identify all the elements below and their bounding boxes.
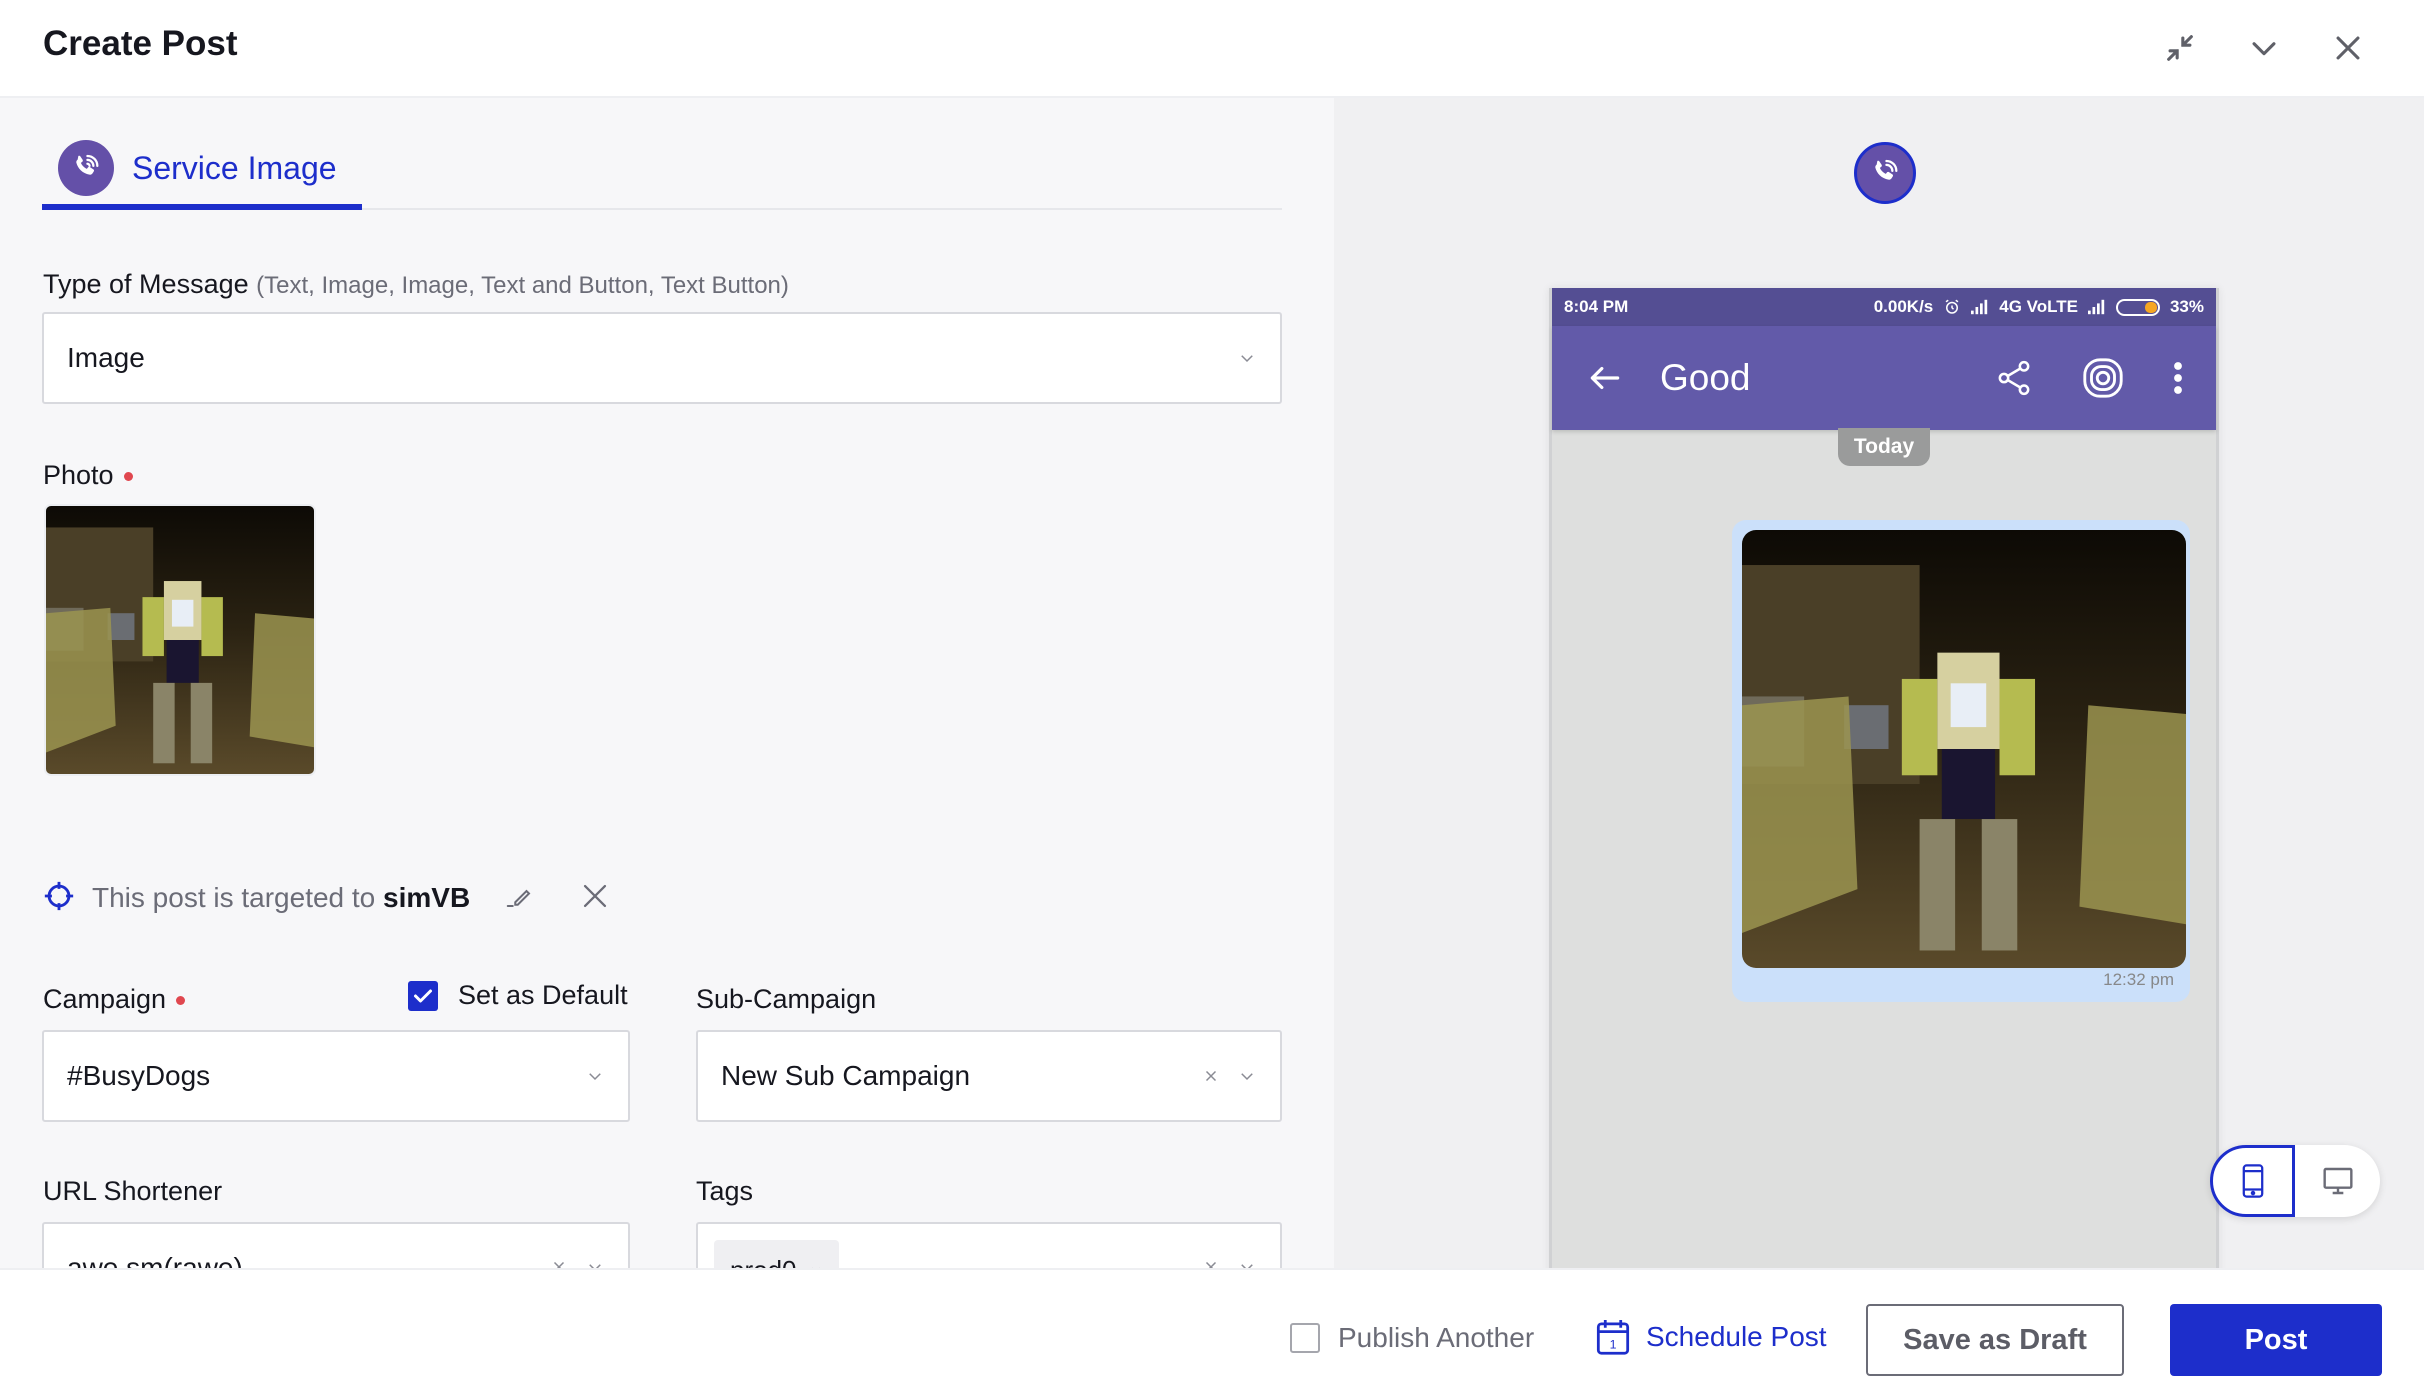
schedule-post-label: Schedule Post (1646, 1321, 1827, 1352)
desktop-icon (2322, 1167, 2353, 1195)
schedule-post-button[interactable]: 1 Schedule Post (1596, 1318, 1827, 1356)
viber-icon (58, 140, 114, 196)
sub-campaign-value: New Sub Campaign (721, 1060, 971, 1091)
message-type-value: Image (67, 342, 145, 373)
remove-targeting-button[interactable] (578, 879, 612, 918)
checkmark-icon (414, 989, 432, 1002)
create-post-dialog: Create Post Service Image Type of Messag… (0, 0, 2424, 1392)
photo-image (46, 506, 314, 774)
desktop-view-button[interactable] (2295, 1145, 2380, 1217)
date-chip: Today (1838, 428, 1930, 466)
clear-icon[interactable] (1202, 1258, 1220, 1268)
signal-icon (1971, 299, 1988, 315)
collapse-arrows-icon (2167, 35, 2193, 61)
campaign-select[interactable]: #BusyDogs (42, 1030, 630, 1122)
channel-tabs: Service Image (42, 132, 1282, 210)
photo-image (1742, 530, 2186, 968)
url-shortener-value: awe.sm(rawe) (67, 1252, 243, 1268)
tags-select[interactable]: prod0 (696, 1222, 1282, 1268)
statusbar-battery: 33% (2169, 297, 2204, 316)
chevron-down-icon (1241, 1073, 1253, 1081)
collapse-button[interactable] (2160, 28, 2200, 68)
calendar-icon: 1 (1596, 1320, 1630, 1355)
chevron-down-icon (2252, 42, 2276, 56)
photo-label: Photo (43, 460, 133, 491)
statusbar-speed: 0.00K/s (1873, 297, 1934, 316)
clear-icon[interactable] (1202, 1067, 1220, 1085)
campaign-value: #BusyDogs (67, 1060, 211, 1091)
edit-targeting-button[interactable] (504, 881, 534, 916)
campaign-label: Campaign (43, 984, 186, 1015)
crosshair-icon (42, 879, 76, 918)
phone-appbar: Good (1552, 326, 2216, 430)
chevron-down-icon (589, 1264, 601, 1268)
tag-chip: prod0 (714, 1240, 839, 1268)
tag-chip-label: prod0 (730, 1255, 797, 1269)
targeting-text: This post is targeted to simVB (92, 882, 470, 914)
photo-thumbnail[interactable] (44, 504, 316, 776)
message-image (1742, 530, 2186, 968)
dialog-header: Create Post (0, 0, 2424, 98)
preview-panel: 8:04 PM 0.00K/s 4G VoLTE 33% Good Today … (1334, 98, 2424, 1268)
message-type-label-text: Type of Message (43, 269, 249, 299)
post-button[interactable]: Post (2170, 1304, 2382, 1376)
tab-label: Service Image (132, 149, 337, 186)
statusbar-time: 8:04 PM (1564, 297, 1629, 316)
chat-title: Good (1660, 357, 1751, 398)
message-time: 12:32 pm (2103, 970, 2174, 989)
save-as-draft-button[interactable]: Save as Draft (1866, 1304, 2124, 1376)
preview-view-toggle (2210, 1145, 2380, 1217)
checkbox-checked[interactable] (408, 980, 438, 1011)
mobile-view-button[interactable] (2210, 1145, 2295, 1217)
campaign-label-text: Campaign (43, 984, 167, 1014)
message-type-hint: (Text, Image, Image, Text and Button, Te… (256, 272, 789, 299)
phone-preview: 8:04 PM 0.00K/s 4G VoLTE 33% Good Today … (1549, 288, 2219, 1268)
viber-out-icon (2083, 358, 2123, 398)
signal-icon (2087, 299, 2105, 315)
chevron-down-icon (1241, 355, 1253, 363)
minimize-button[interactable] (2244, 28, 2284, 68)
targeting-prefix: This post is targeted to (92, 882, 376, 913)
close-icon (2336, 36, 2360, 60)
share-icon (1998, 360, 2030, 396)
pencil-icon (506, 889, 531, 907)
tab-service-image[interactable]: Service Image (42, 132, 362, 210)
close-icon (584, 884, 607, 907)
message-type-label: Type of Message (Text, Image, Image, Tex… (43, 269, 789, 300)
sub-campaign-label: Sub-Campaign (696, 984, 877, 1014)
more-vertical-icon (2174, 362, 2182, 394)
targeting-target: simVB (383, 882, 471, 913)
post-form-panel: Service Image Type of Message (Text, Ima… (0, 98, 1334, 1268)
set-as-default-checkbox[interactable]: Set as Default (408, 980, 628, 1011)
publish-another-checkbox[interactable]: Publish Another (1290, 1322, 1534, 1354)
chevron-down-icon (589, 1073, 601, 1081)
set-as-default-label: Set as Default (458, 980, 628, 1010)
alarm-icon (1945, 299, 1959, 314)
publish-another-label: Publish Another (1338, 1322, 1535, 1353)
targeting-row: This post is targeted to simVB (42, 878, 612, 918)
phone-statusbar: 8:04 PM 0.00K/s 4G VoLTE 33% (1552, 288, 2216, 326)
battery-icon (2115, 298, 2160, 316)
svg-text:1: 1 (1610, 1338, 1617, 1352)
url-shortener-select[interactable]: awe.sm(rawe) (42, 1222, 630, 1268)
close-button[interactable] (2328, 28, 2368, 68)
required-indicator (176, 996, 186, 1006)
sub-campaign-select[interactable]: New Sub Campaign (696, 1030, 1282, 1122)
back-arrow-icon (1590, 366, 1620, 390)
dialog-title: Create Post (43, 24, 238, 63)
photo-label-text: Photo (43, 460, 114, 490)
chevron-down-icon (1241, 1264, 1253, 1268)
mobile-icon (2242, 1164, 2263, 1198)
tags-label: Tags (696, 1176, 754, 1206)
url-shortener-label: URL Shortener (43, 1176, 223, 1206)
clear-icon[interactable] (550, 1258, 568, 1268)
message-bubble: 12:32 pm (1732, 520, 2190, 1002)
message-type-select[interactable]: Image (42, 312, 1282, 404)
dialog-footer: Publish Another 1 Schedule Post Save as … (0, 1268, 2424, 1392)
checkbox-unchecked[interactable] (1290, 1323, 1320, 1353)
required-indicator (123, 472, 133, 482)
statusbar-network: 4G VoLTE (1999, 297, 2078, 316)
viber-icon (1854, 142, 1916, 204)
